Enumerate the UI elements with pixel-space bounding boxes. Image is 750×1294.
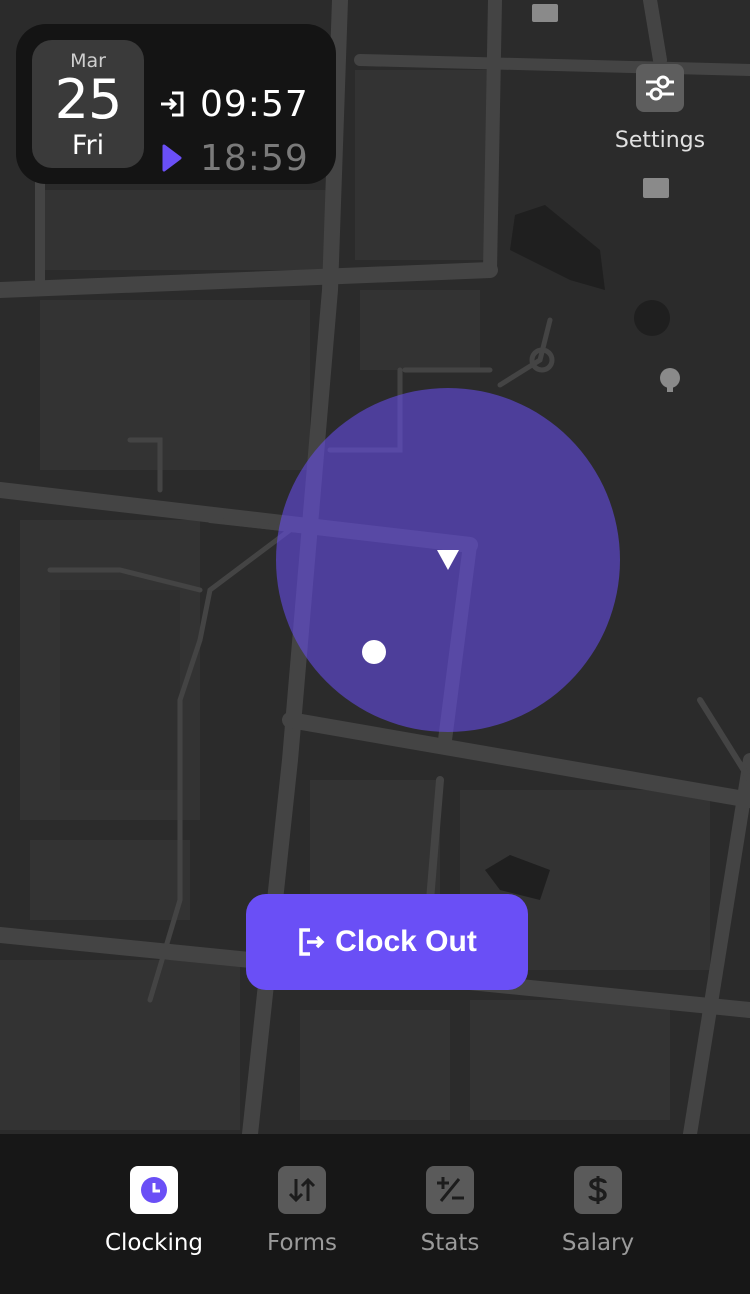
nav-item-salary[interactable]: Salary	[524, 1166, 672, 1266]
nav-item-forms[interactable]: Forms	[228, 1166, 376, 1266]
nav-item-clocking[interactable]: Clocking	[80, 1166, 228, 1266]
login-arrow-icon	[156, 88, 188, 120]
clock-in-time: 09:57	[200, 83, 309, 125]
play-triangle-icon	[156, 142, 188, 174]
clock-out-label: Clock Out	[335, 925, 477, 958]
arrows-up-down-icon	[278, 1166, 326, 1214]
plus-minus-icon	[426, 1166, 474, 1214]
clock-out-row: 18:59	[156, 134, 309, 182]
clock-icon	[130, 1166, 178, 1214]
settings-button[interactable]: Settings	[604, 64, 716, 164]
sliders-icon	[636, 64, 684, 112]
nav-label-forms: Forms	[267, 1230, 337, 1256]
workplace-dot	[362, 640, 386, 664]
date-weekday: Fri	[71, 130, 105, 161]
clock-in-row: 09:57	[156, 80, 309, 128]
clock-out-time: 18:59	[200, 137, 309, 179]
nav-label-clocking: Clocking	[104, 1230, 204, 1256]
date-day: 25	[54, 68, 123, 131]
nav-item-stats[interactable]: Stats	[376, 1166, 524, 1266]
clock-status-card: Mar 25 Fri 09:57 18:59	[16, 24, 336, 184]
clock-out-button[interactable]: Clock Out	[246, 894, 528, 990]
date-box: Mar 25 Fri	[32, 40, 144, 168]
logout-door-icon	[297, 926, 327, 958]
nav-label-stats: Stats	[420, 1230, 480, 1256]
settings-label: Settings	[614, 128, 706, 153]
dollar-icon	[574, 1166, 622, 1214]
bottom-navigation: Clocking Forms Stats Salary	[0, 1134, 750, 1294]
nav-label-salary: Salary	[561, 1230, 635, 1256]
